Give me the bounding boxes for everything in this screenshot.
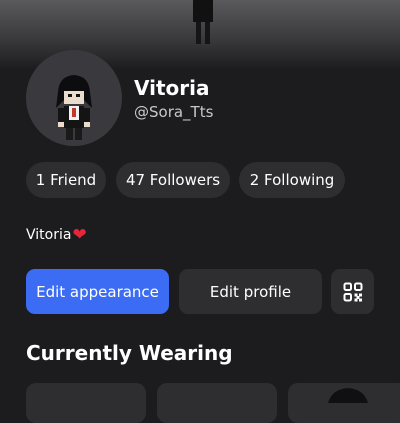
following-count-button[interactable]: 2 Following: [239, 162, 345, 198]
qr-code-button[interactable]: [331, 269, 374, 314]
heart-emoji: ❤: [72, 225, 87, 245]
username: @Sora_Tts: [134, 103, 214, 121]
followers-count-button[interactable]: 47 Followers: [116, 162, 230, 198]
bio-text: Vitoria: [26, 227, 72, 243]
banner-avatar-figure: [193, 0, 213, 44]
edit-appearance-button[interactable]: Edit appearance: [26, 269, 169, 314]
wearing-item-card[interactable]: [26, 383, 146, 423]
friends-count-button[interactable]: 1 Friend: [26, 162, 106, 198]
wearing-item-thumbnail: [328, 388, 368, 403]
qr-code-icon: [343, 282, 362, 301]
wearing-item-card[interactable]: [157, 383, 277, 423]
bio: Vitoria ❤: [26, 225, 87, 245]
avatar[interactable]: [26, 50, 122, 146]
avatar-character-icon: [56, 75, 92, 140]
edit-profile-button[interactable]: Edit profile: [179, 269, 322, 314]
display-name: Vitoria: [134, 76, 210, 100]
wearing-item-card[interactable]: [288, 383, 400, 423]
currently-wearing-heading: Currently Wearing: [26, 341, 233, 365]
